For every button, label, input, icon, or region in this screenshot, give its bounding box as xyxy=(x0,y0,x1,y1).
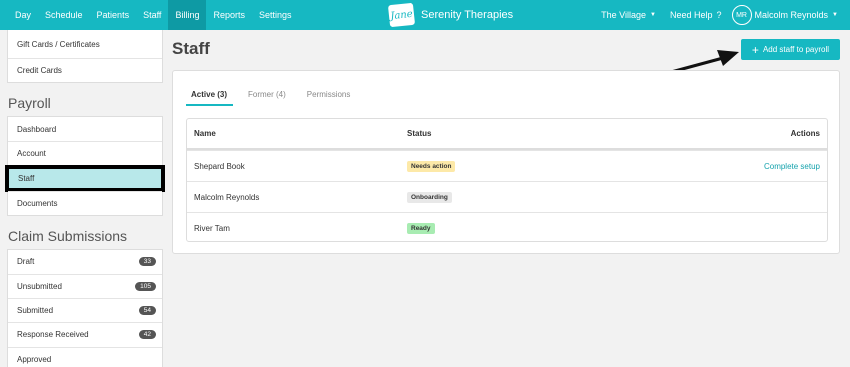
sidebar-item-account[interactable]: Account xyxy=(8,141,162,165)
staff-name: Malcolm Reynolds xyxy=(194,192,260,202)
nav-reports[interactable]: Reports xyxy=(206,0,252,30)
tab-former[interactable]: Former (4) xyxy=(243,86,292,106)
payroll-list: Dashboard Account Staff Documents xyxy=(5,116,165,216)
header-name[interactable]: Name xyxy=(194,119,216,148)
sidebar: Gift Cards / Certificates Credit Cards P… xyxy=(5,30,165,367)
status-cell: Needs action xyxy=(407,151,456,181)
table-row[interactable]: River Tam Ready xyxy=(187,212,827,243)
staff-name: Shepard Book xyxy=(194,161,245,171)
claims-list: Draft 33 Unsubmitted 105 Submitted 54 Re… xyxy=(7,248,163,367)
sidebar-item-label: Approved xyxy=(17,354,52,364)
sidebar-item-credit-cards[interactable]: Credit Cards xyxy=(8,58,162,82)
count-badge: 42 xyxy=(138,330,156,340)
staff-tabs: Active (3) Former (4) Permissions xyxy=(186,86,366,106)
nav-menu: Day Schedule Patients Staff Billing Repo… xyxy=(0,0,299,30)
nav-staff[interactable]: Staff xyxy=(136,0,168,30)
sidebar-item-label: Staff xyxy=(18,173,35,183)
sidebar-item-label: Response Received xyxy=(17,330,89,340)
status-badge: Onboarding xyxy=(407,191,452,203)
sidebar-item-gift-cards[interactable]: Gift Cards / Certificates xyxy=(8,30,162,58)
sidebar-item-label: Credit Cards xyxy=(17,66,62,76)
clinic-name: Serenity Therapies xyxy=(421,9,514,21)
sidebar-item-draft[interactable]: Draft 33 xyxy=(8,250,162,274)
nav-day[interactable]: Day xyxy=(8,0,38,30)
user-menu[interactable]: MR Malcolm Reynolds ▼ xyxy=(731,5,838,25)
sidebar-item-label: Draft xyxy=(17,257,35,267)
sidebar-item-label: Unsubmitted xyxy=(17,282,62,292)
tab-permissions[interactable]: Permissions xyxy=(302,86,357,106)
status-badge: Ready xyxy=(407,222,435,234)
user-name: Malcolm Reynolds xyxy=(754,10,829,20)
sidebar-item-response-received[interactable]: Response Received 42 xyxy=(8,322,162,346)
header-actions: Actions xyxy=(790,129,820,138)
complete-setup-link[interactable]: Complete setup xyxy=(764,162,820,171)
help-icon: ? xyxy=(716,10,722,20)
count-badge: 105 xyxy=(135,282,156,292)
sidebar-item-staff[interactable]: Staff xyxy=(5,164,165,192)
nav-settings[interactable]: Settings xyxy=(252,0,299,30)
staff-card: Active (3) Former (4) Permissions Name S… xyxy=(172,70,840,254)
sidebar-item-approved[interactable]: Approved xyxy=(8,346,162,367)
help-link[interactable]: Need Help ? xyxy=(670,10,722,20)
help-label: Need Help xyxy=(669,10,713,20)
chevron-down-icon: ▼ xyxy=(650,12,656,18)
sidebar-item-label: Documents xyxy=(17,198,58,208)
sidebar-item-label: Account xyxy=(17,149,46,159)
table-row[interactable]: Shepard Book Needs action Complete setup xyxy=(187,150,827,181)
jane-logo-icon: Jane xyxy=(387,2,416,28)
count-badge: 54 xyxy=(138,306,156,316)
sidebar-item-documents[interactable]: Documents xyxy=(8,190,162,215)
status-cell: Ready xyxy=(407,213,435,243)
action-cell: Complete setup xyxy=(764,151,820,181)
sidebar-item-label: Submitted xyxy=(17,306,54,316)
nav-right: The Village ▼ Need Help ? MR Malcolm Rey… xyxy=(601,0,838,30)
location-dropdown[interactable]: The Village ▼ xyxy=(601,10,656,20)
avatar: MR xyxy=(731,5,752,25)
header-status[interactable]: Status xyxy=(407,119,431,148)
payroll-heading: Payroll xyxy=(8,95,51,112)
staff-table: Name Status Actions Shepard Book Needs a… xyxy=(186,118,828,242)
staff-name: River Tam xyxy=(194,223,230,233)
location-label: The Village xyxy=(601,10,647,20)
sidebar-item-label: Dashboard xyxy=(17,124,57,134)
table-row[interactable]: Malcolm Reynolds Onboarding xyxy=(187,181,827,212)
nav-billing[interactable]: Billing xyxy=(168,0,207,30)
table-header: Name Status Actions xyxy=(187,119,827,150)
chevron-down-icon: ▼ xyxy=(832,12,838,18)
nav-patients[interactable]: Patients xyxy=(90,0,137,30)
sidebar-item-label: Gift Cards / Certificates xyxy=(17,39,100,49)
sidebar-item-unsubmitted[interactable]: Unsubmitted 105 xyxy=(8,273,162,298)
tab-active[interactable]: Active (3) xyxy=(186,86,234,106)
brand[interactable]: Jane Serenity Therapies xyxy=(387,2,514,28)
claims-heading: Claim Submissions xyxy=(8,227,128,244)
add-staff-label: Add staff to payroll xyxy=(762,45,830,54)
count-badge: 33 xyxy=(138,257,156,267)
nav-schedule[interactable]: Schedule xyxy=(38,0,90,30)
billing-list: Gift Cards / Certificates Credit Cards xyxy=(7,30,163,84)
status-badge: Needs action xyxy=(407,160,456,172)
status-cell: Onboarding xyxy=(407,182,452,212)
plus-icon: + xyxy=(751,42,759,57)
page-title: Staff xyxy=(172,39,210,58)
add-staff-button[interactable]: + Add staff to payroll xyxy=(741,39,840,60)
sidebar-item-dashboard[interactable]: Dashboard xyxy=(8,117,162,141)
top-nav: Day Schedule Patients Staff Billing Repo… xyxy=(0,0,850,30)
sidebar-item-submitted[interactable]: Submitted 54 xyxy=(8,298,162,322)
